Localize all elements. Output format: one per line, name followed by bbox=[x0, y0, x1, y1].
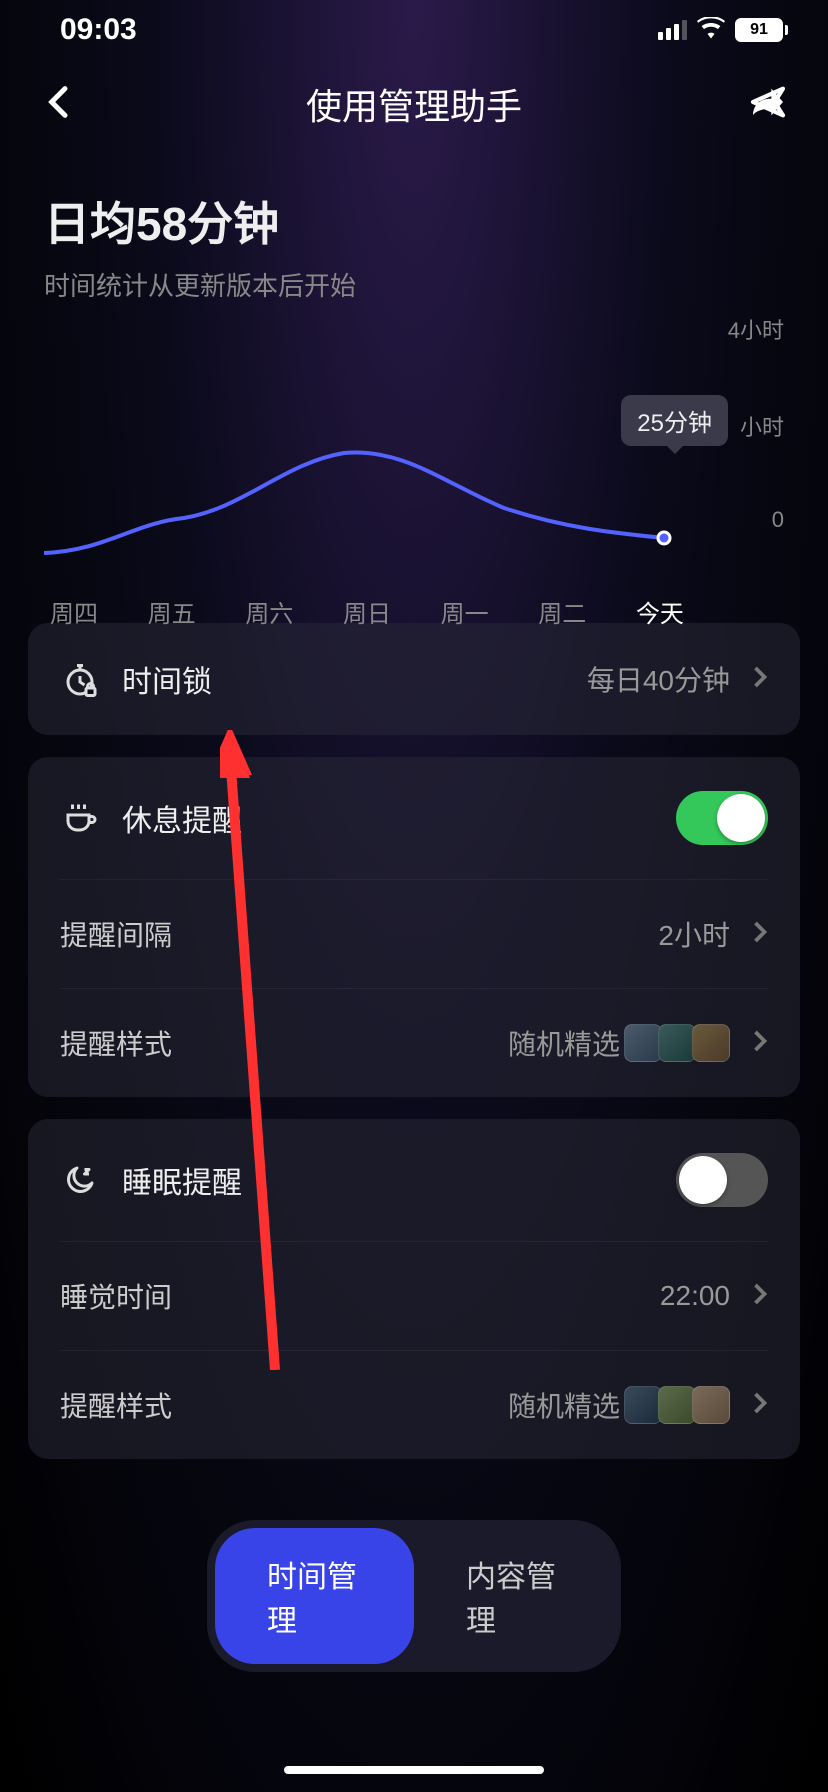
chevron-right-icon bbox=[752, 1029, 768, 1058]
tab-time-management[interactable]: 时间管理 bbox=[215, 1528, 414, 1664]
timelock-label: 时间锁 bbox=[122, 657, 565, 701]
status-bar: 09:03 91 bbox=[0, 0, 828, 60]
timelock-row[interactable]: 时间锁 每日40分钟 bbox=[60, 623, 768, 735]
rest-reminder-label: 休息提醒 bbox=[122, 796, 654, 840]
rest-reminder-card: 休息提醒 提醒间隔 2小时 提醒样式 随机精选 bbox=[28, 757, 800, 1097]
back-button[interactable] bbox=[40, 82, 80, 127]
bottom-tabs: 时间管理 内容管理 bbox=[207, 1520, 621, 1672]
rest-style-value: 随机精选 bbox=[508, 1023, 620, 1063]
home-indicator[interactable] bbox=[284, 1766, 544, 1774]
chart-x-axis: 周四 周五 周六 周日 周一 周二 今天 bbox=[44, 594, 684, 629]
nav-bar: 使用管理助手 bbox=[0, 60, 828, 148]
timelock-card: 时间锁 每日40分钟 bbox=[28, 623, 800, 735]
rest-interval-value: 2小时 bbox=[658, 914, 730, 954]
sleep-time-label: 睡觉时间 bbox=[60, 1276, 638, 1316]
page-title: 使用管理助手 bbox=[306, 78, 522, 130]
sleep-time-value: 22:00 bbox=[660, 1280, 730, 1312]
sleep-style-value: 随机精选 bbox=[508, 1385, 620, 1425]
rest-reminder-toggle[interactable] bbox=[676, 791, 768, 845]
battery-level: 91 bbox=[735, 18, 783, 42]
rest-interval-row[interactable]: 提醒间隔 2小时 bbox=[60, 879, 768, 988]
sleep-reminder-label: 睡眠提醒 bbox=[122, 1158, 654, 1202]
chart-tooltip: 25分钟 bbox=[621, 395, 728, 446]
tab-content-management[interactable]: 内容管理 bbox=[414, 1528, 613, 1664]
chevron-right-icon bbox=[752, 1282, 768, 1311]
status-time: 09:03 bbox=[60, 13, 137, 47]
sleep-reminder-toggle[interactable] bbox=[676, 1153, 768, 1207]
cup-icon bbox=[60, 800, 100, 836]
sleep-style-thumbs bbox=[628, 1386, 730, 1424]
rest-style-thumbs bbox=[628, 1024, 730, 1062]
wifi-icon bbox=[697, 13, 725, 47]
status-indicators: 91 bbox=[658, 13, 788, 47]
rest-style-label: 提醒样式 bbox=[60, 1023, 486, 1063]
sleep-reminder-card: 睡眠提醒 睡觉时间 22:00 提醒样式 随机精选 bbox=[28, 1119, 800, 1459]
chevron-right-icon bbox=[752, 1391, 768, 1420]
summary-title: 日均58分钟 bbox=[44, 188, 784, 254]
sleep-style-row[interactable]: 提醒样式 随机精选 bbox=[60, 1350, 768, 1459]
battery-icon: 91 bbox=[735, 18, 788, 42]
summary-subtitle: 时间统计从更新版本后开始 bbox=[44, 266, 784, 303]
timelock-icon bbox=[60, 661, 100, 697]
sleep-time-row[interactable]: 睡觉时间 22:00 bbox=[60, 1241, 768, 1350]
rest-interval-label: 提醒间隔 bbox=[60, 914, 636, 954]
usage-chart: 4小时 小时 0 25分钟 周四 周五 周六 周日 周一 周二 今天 bbox=[0, 313, 828, 593]
sleep-style-label: 提醒样式 bbox=[60, 1385, 486, 1425]
chevron-right-icon bbox=[752, 665, 768, 694]
timelock-value: 每日40分钟 bbox=[587, 659, 730, 699]
chart-line bbox=[44, 353, 684, 573]
share-button[interactable] bbox=[748, 82, 788, 127]
signal-icon bbox=[658, 20, 687, 40]
chart-y-labels: 4小时 小时 0 bbox=[728, 313, 784, 533]
sleep-reminder-row: 睡眠提醒 bbox=[60, 1119, 768, 1241]
moon-icon bbox=[60, 1162, 100, 1198]
rest-reminder-row: 休息提醒 bbox=[60, 757, 768, 879]
chevron-right-icon bbox=[752, 920, 768, 949]
rest-style-row[interactable]: 提醒样式 随机精选 bbox=[60, 988, 768, 1097]
summary: 日均58分钟 时间统计从更新版本后开始 bbox=[0, 148, 828, 313]
